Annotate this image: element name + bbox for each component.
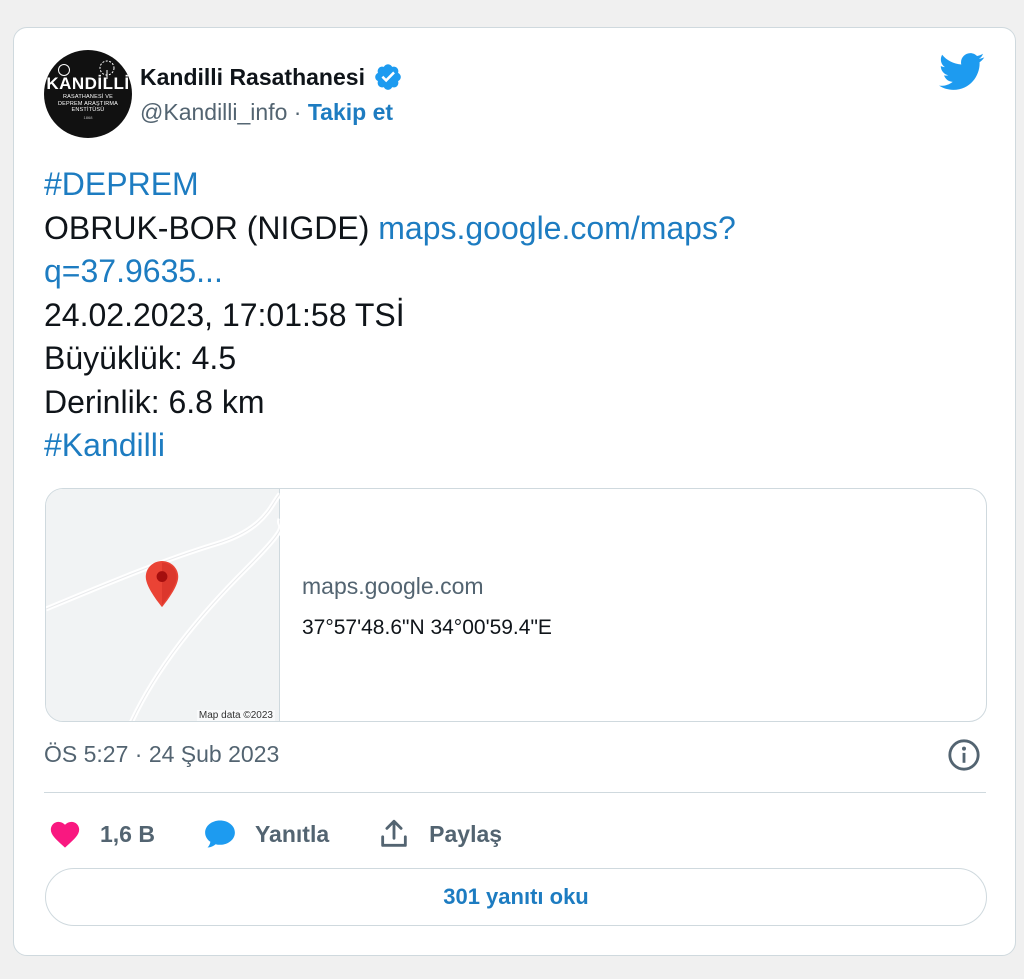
read-replies-label: 301 yanıtı oku bbox=[443, 884, 589, 909]
like-button[interactable]: 1,6 B bbox=[48, 817, 155, 851]
map-pin-icon bbox=[145, 561, 179, 607]
tweet-embed-card: KANDİLLİ RASATHANESİ VE DEPREM ARAŞTIRMA… bbox=[13, 27, 1016, 956]
tweet-magnitude: Büyüklük: 4.5 bbox=[44, 340, 237, 376]
reply-bubble-icon bbox=[205, 820, 235, 848]
verified-badge-icon bbox=[375, 64, 401, 90]
hashtag-kandilli-link[interactable]: #Kandilli bbox=[44, 427, 165, 463]
maps-url-link-continued[interactable]: q=37.9635... bbox=[44, 253, 223, 289]
author-handle-row: @Kandilli_info · Takip et bbox=[140, 99, 393, 126]
tree-icon bbox=[99, 60, 115, 79]
tweet-text: #DEPREM OBRUK-BOR (NIGDE) maps.google.co… bbox=[44, 163, 736, 468]
author-handle[interactable]: @Kandilli_info bbox=[140, 99, 287, 125]
author-name-row[interactable]: Kandilli Rasathanesi bbox=[140, 62, 403, 92]
separator-dot: · bbox=[293, 99, 308, 125]
tweet-timestamp[interactable]: ÖS 5:27 · 24 Şub 2023 bbox=[44, 741, 279, 768]
twitter-logo-icon[interactable] bbox=[939, 52, 985, 92]
share-label: Paylaş bbox=[429, 820, 503, 847]
heart-icon bbox=[50, 821, 80, 848]
info-icon[interactable] bbox=[947, 738, 981, 772]
avatar-logo-subtitle: RASATHANESİ VE DEPREM ARAŞTIRMA ENSTİTÜS… bbox=[57, 94, 119, 114]
link-preview-card[interactable]: Map data ©2023 maps.google.com 37°57'48.… bbox=[45, 488, 987, 722]
map-credit: Map data ©2023 bbox=[196, 710, 275, 721]
avatar[interactable]: KANDİLLİ RASATHANESİ VE DEPREM ARAŞTIRMA… bbox=[44, 50, 132, 138]
tweet-actions: 1,6 B Yanıtla Paylaş bbox=[48, 814, 550, 854]
avatar-logo-year: 1868 bbox=[83, 114, 93, 120]
reply-label: Yanıtla bbox=[254, 820, 330, 847]
author-display-name[interactable]: Kandilli Rasathanesi bbox=[140, 64, 365, 91]
follow-button[interactable]: Takip et bbox=[308, 99, 393, 125]
hashtag-deprem-link[interactable]: #DEPREM bbox=[44, 166, 199, 202]
link-card-title: 37°57'48.6"N 34°00'59.4"E bbox=[302, 616, 552, 639]
share-button[interactable]: Paylaş bbox=[377, 817, 502, 851]
tweet-depth: Derinlik: 6.8 km bbox=[44, 383, 265, 420]
like-count: 1,6 B bbox=[100, 820, 155, 847]
tweet-datetime: 24.02.2023, 17:01:58 TSİ bbox=[44, 296, 405, 333]
share-upload-icon bbox=[381, 819, 407, 847]
reply-button[interactable]: Yanıtla bbox=[203, 817, 329, 851]
emblem-icon bbox=[58, 64, 70, 76]
divider bbox=[44, 792, 986, 793]
link-card-domain: maps.google.com bbox=[302, 573, 484, 599]
map-thumbnail[interactable]: Map data ©2023 bbox=[46, 489, 280, 721]
read-replies-button[interactable]: 301 yanıtı oku bbox=[45, 868, 987, 926]
tweet-location: OBRUK-BOR (NIGDE) bbox=[44, 209, 379, 246]
maps-url-link[interactable]: maps.google.com/maps? bbox=[378, 210, 736, 246]
